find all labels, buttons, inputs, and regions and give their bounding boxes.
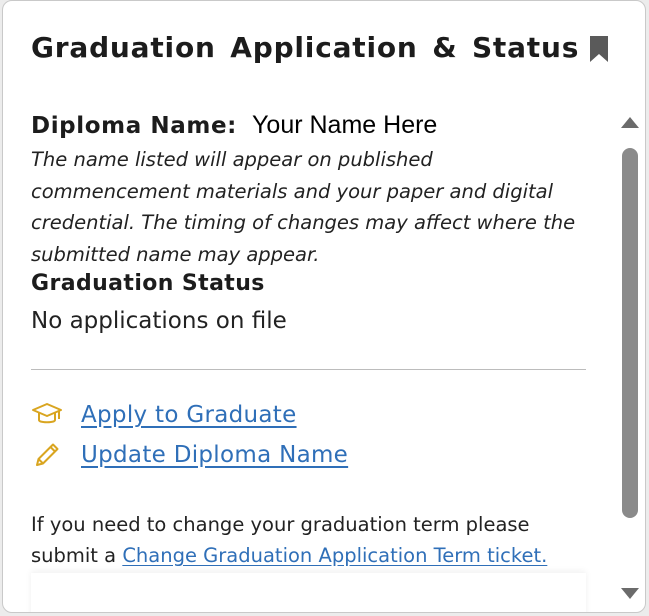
graduation-cap-icon xyxy=(32,403,62,424)
update-diploma-name-row[interactable]: Update Diploma Name xyxy=(31,441,348,469)
scrollbar-thumb[interactable] xyxy=(622,148,638,518)
scroll-up-arrow-icon[interactable] xyxy=(620,115,640,129)
diploma-name-label: Diploma Name: xyxy=(31,113,237,139)
graduation-status-value: No applications on file xyxy=(31,308,287,334)
pencil-icon xyxy=(36,443,59,466)
change-term-text: If you need to change your graduation te… xyxy=(31,509,601,571)
graduation-card: Graduation Application & Status Diploma … xyxy=(2,0,646,613)
change-term-ticket-link[interactable]: Change Graduation Application Term ticke… xyxy=(122,544,547,567)
card-body: Diploma Name: Your Name Here The name li… xyxy=(3,101,608,612)
apply-to-graduate-link[interactable]: Apply to Graduate xyxy=(81,402,297,428)
graduation-status-heading: Graduation Status xyxy=(31,271,265,296)
vertical-scrollbar[interactable] xyxy=(614,101,644,611)
apply-to-graduate-row[interactable]: Apply to Graduate xyxy=(31,401,297,429)
scroll-down-arrow-icon[interactable] xyxy=(620,587,640,601)
card-title: Graduation Application & Status xyxy=(31,31,580,64)
update-diploma-name-link[interactable]: Update Diploma Name xyxy=(81,442,348,468)
next-section-edge xyxy=(31,573,586,612)
divider xyxy=(31,369,586,370)
diploma-name-value: Your Name Here xyxy=(252,111,438,139)
bookmark-icon[interactable] xyxy=(588,34,610,64)
diploma-name-note: The name listed will appear on published… xyxy=(31,148,576,266)
diploma-name-row: Diploma Name: Your Name Here xyxy=(31,111,437,140)
